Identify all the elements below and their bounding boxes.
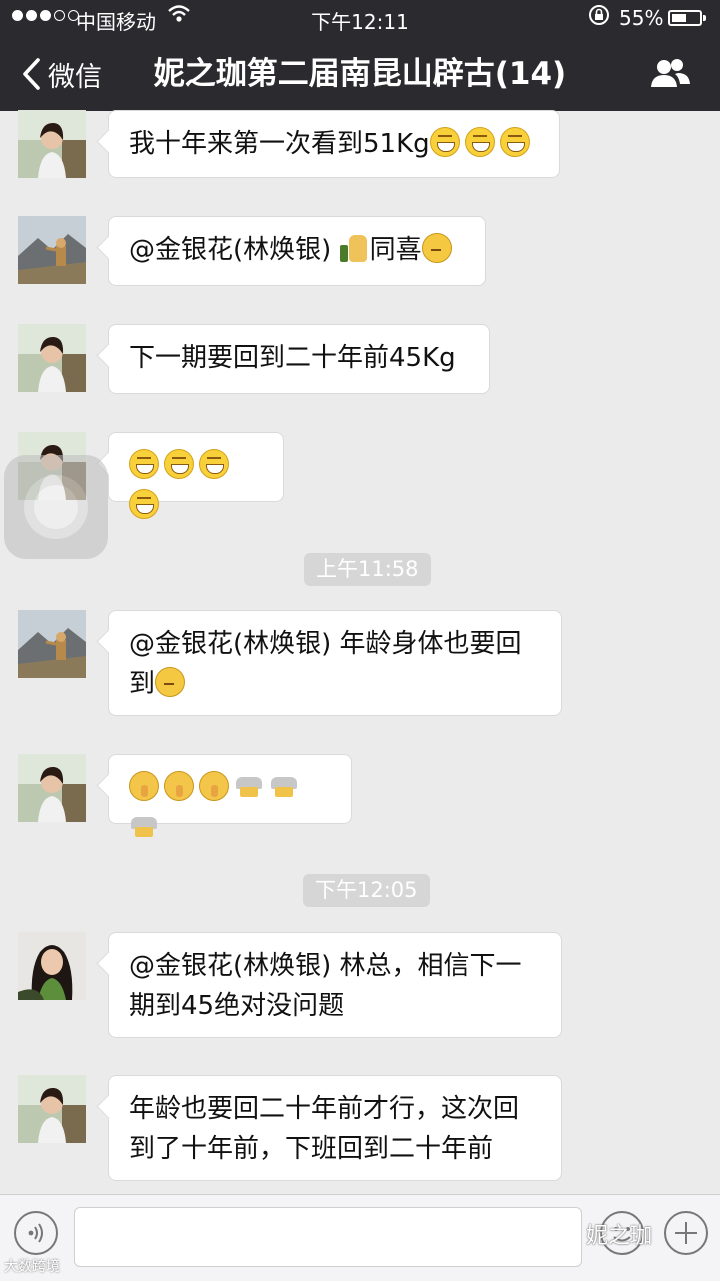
timestamp-chip: 上午11:58 [304, 553, 431, 586]
message-bubble[interactable]: 年龄也要回二十年前才行，这次回到了十年前，下班回到二十年前 [108, 1075, 562, 1181]
battery-level-fill [672, 14, 686, 22]
shush-emoji-icon [164, 771, 194, 801]
avatar[interactable] [18, 324, 86, 392]
message-bubble[interactable]: 下一期要回到二十年前45Kg [108, 324, 490, 394]
assistive-center [34, 485, 78, 529]
message-bubble[interactable]: @金银花(林焕银) 同喜 [108, 216, 486, 286]
watermark: 大数跨境 [4, 1259, 60, 1275]
grin-emoji-icon [429, 127, 460, 157]
message-text: 我十年来第一次看到51Kg [129, 129, 430, 159]
avatar[interactable] [18, 610, 86, 678]
message-input[interactable] [74, 1207, 582, 1267]
grin-emoji-icon [499, 127, 530, 157]
bow-emoji-icon [269, 771, 299, 801]
watermark: 妮之珈 [586, 1224, 653, 1249]
grin-emoji-icon [129, 489, 159, 519]
grin-emoji-icon [199, 449, 229, 479]
battery-icon [668, 10, 702, 26]
message-bubble[interactable]: 我十年来第一次看到51Kg [108, 110, 560, 178]
message-bubble[interactable]: @金银花(林焕银) 林总，相信下一期到45绝对没问题 [108, 932, 562, 1038]
top-bar: 中国移动 下午12:11 55% 微信 妮之珈第二届南昆山辟古(14) [0, 0, 720, 111]
grin-emoji-icon [464, 127, 495, 157]
message-text: 年龄也要回二十年前才行，这次回到了十年前，下班回到二十年前 [129, 1094, 520, 1164]
avatar[interactable] [18, 1075, 86, 1143]
plus-icon[interactable] [664, 1211, 708, 1255]
shush-emoji-icon [199, 771, 229, 801]
thinking-emoji-icon [155, 667, 186, 697]
battery-cap [703, 15, 706, 21]
group-members-icon[interactable] [648, 56, 692, 92]
avatar[interactable] [18, 932, 86, 1000]
avatar[interactable] [18, 754, 86, 822]
voice-icon[interactable] [14, 1211, 58, 1255]
grin-emoji-icon [164, 449, 194, 479]
bow-emoji-icon [129, 811, 159, 841]
status-time: 下午12:11 [311, 10, 409, 34]
battery-percent: 55% [619, 6, 664, 30]
status-bar: 中国移动 下午12:11 55% [0, 0, 720, 36]
message-text: @金银花(林焕银) 林总，相信下一期到45绝对没问题 [129, 951, 522, 1021]
message-bubble[interactable] [108, 754, 352, 837]
message-text: @金银花(林焕银) 年龄身体也要回到 [129, 629, 522, 699]
grin-emoji-icon [129, 449, 159, 479]
message-text: 同喜 [369, 235, 422, 265]
thinking-emoji-icon [421, 233, 452, 263]
avatar[interactable] [18, 110, 86, 178]
orientation-lock-icon [588, 4, 610, 31]
thumbs-up-emoji-icon [339, 233, 368, 263]
chat-title: 妮之珈第二届南昆山辟古(14) [153, 56, 567, 92]
message-text: @金银花(林焕银) [129, 235, 340, 265]
message-bubble[interactable]: @金银花(林焕银) 年龄身体也要回到 [108, 610, 562, 716]
message-bubble[interactable] [108, 432, 284, 519]
message-text: 下一期要回到二十年前45Kg [129, 343, 456, 373]
timestamp-chip: 下午12:05 [303, 874, 430, 907]
assistive-touch-button[interactable] [4, 455, 108, 559]
bow-emoji-icon [234, 771, 264, 801]
avatar[interactable] [18, 216, 86, 284]
shush-emoji-icon [129, 771, 159, 801]
